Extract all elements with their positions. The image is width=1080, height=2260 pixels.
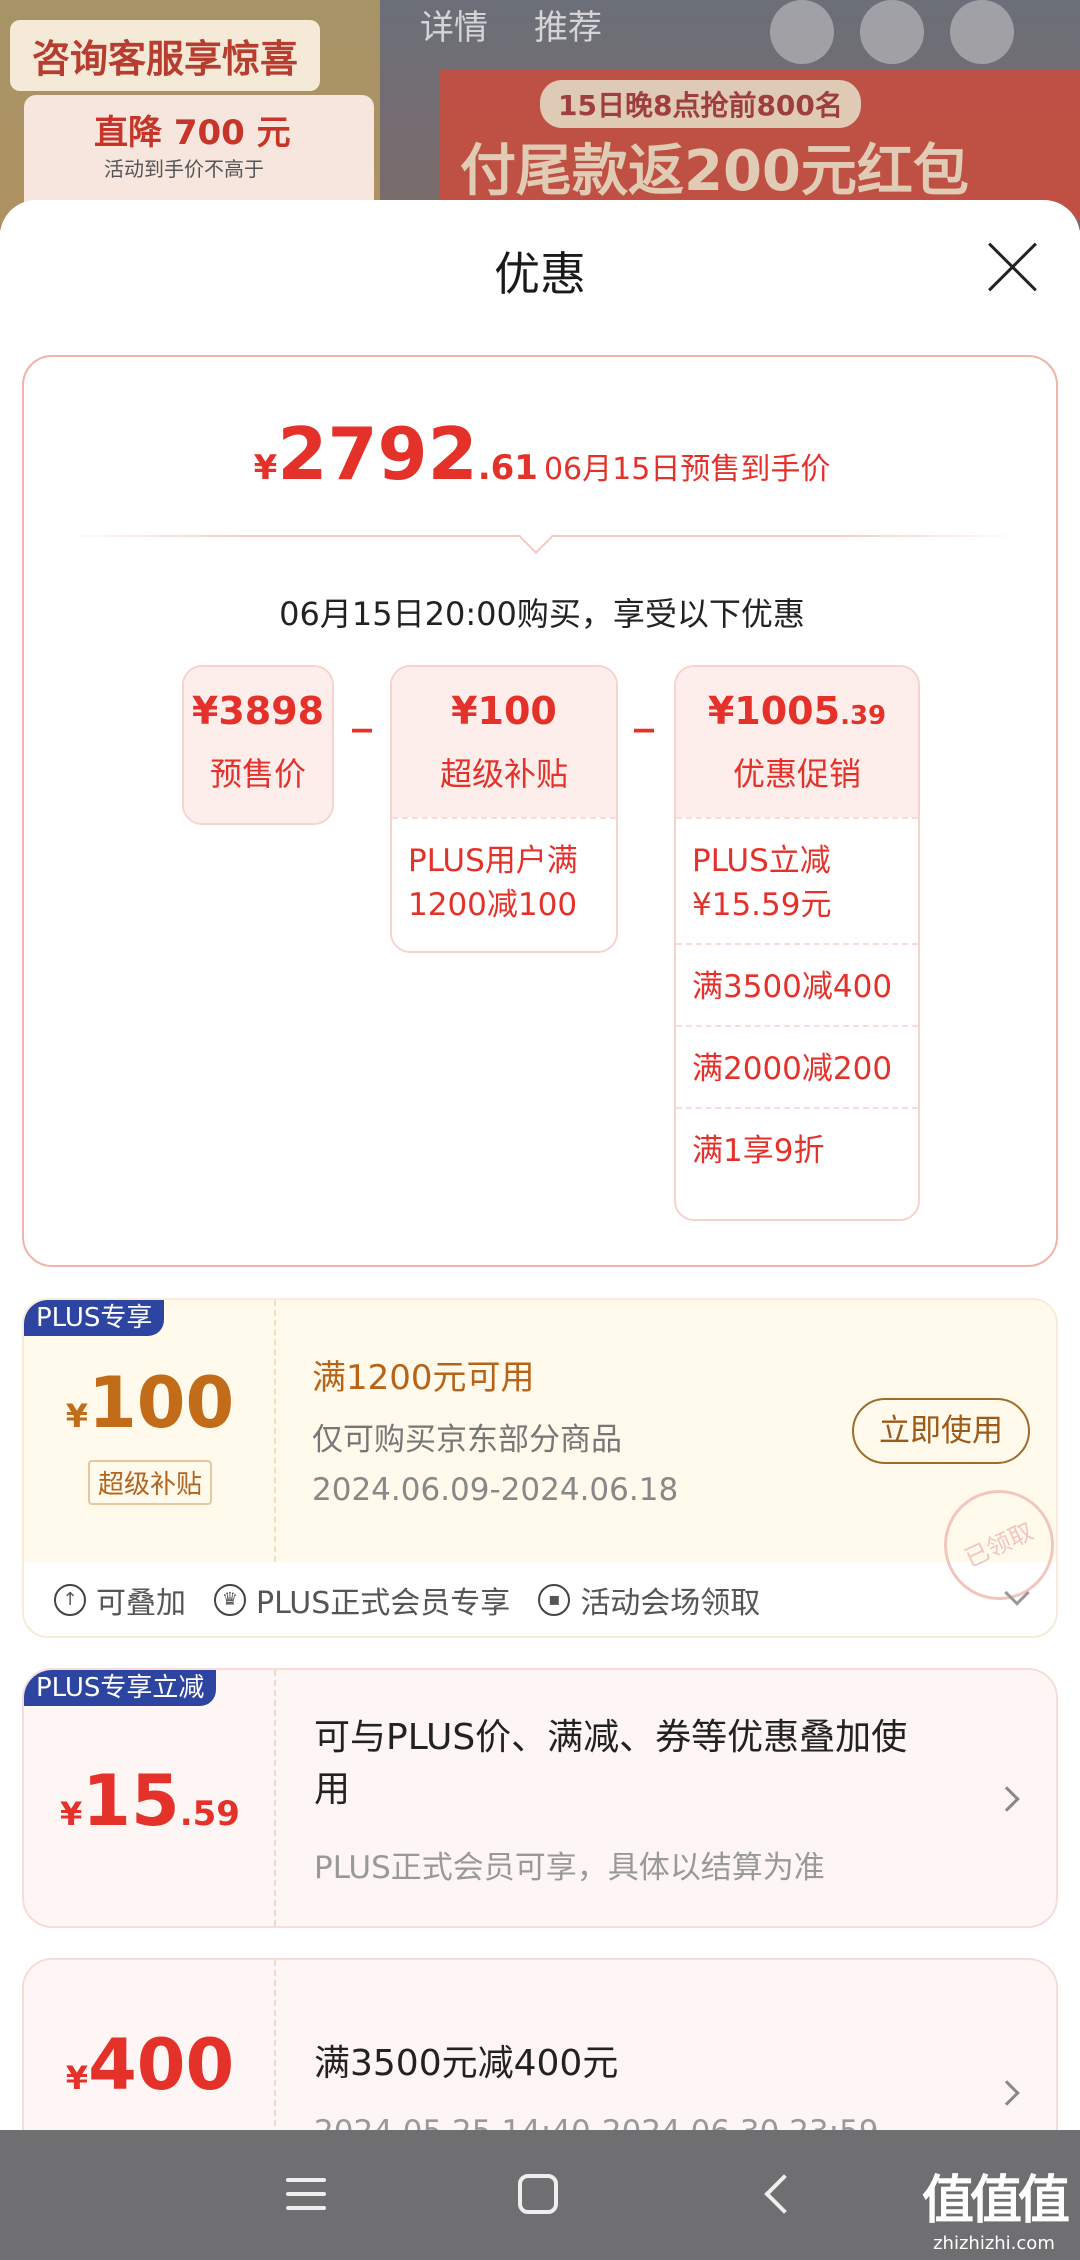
presale-price-card: ¥3898 预售价 — [182, 665, 334, 825]
card-sub-item: PLUS用户满1200减100 — [392, 817, 616, 943]
promo-sub: 15日晚8点抢前800名 — [540, 80, 861, 128]
footer-label: 活动会场领取 — [580, 1586, 761, 1621]
card-sub-item: 满1享9折 — [676, 1107, 918, 1189]
currency-symbol: ¥ — [253, 448, 278, 488]
discount-sheet: 优惠 ¥2792.61 06月15日预售到手价 06月15日20:00购买，享受以… — [0, 200, 1080, 2130]
footer-label: 可叠加 — [96, 1586, 186, 1621]
card-amount: ¥3898 — [191, 689, 325, 733]
coupon-amount-value: 100 — [88, 1362, 235, 1444]
venue-item: ▪ 活动会场领取 — [538, 1578, 760, 1622]
promo-banner-right: 15日晚8点抢前800名 付尾款返200元红包 — [440, 70, 1080, 220]
sheet-title: 优惠 — [494, 247, 586, 301]
card-amount-dec: .39 — [840, 701, 887, 731]
minus-sign: _ — [352, 687, 372, 733]
watermark-logo: 值值值 — [921, 2171, 1070, 2231]
full-reduction-coupon[interactable]: ¥400 满3500元减400元 2024.05.25 14:40-2024.0… — [22, 1958, 1058, 2130]
coupon-date: 2024.06.09-2024.06.18 — [312, 1472, 679, 1508]
coupon-desc: PLUS正式会员可享，具体以结算为准 — [314, 1850, 825, 1886]
stackable-item: ↑ 可叠加 — [54, 1578, 186, 1622]
final-price-note: 06月15日预售到手价 — [543, 452, 831, 487]
card-head: ¥1005.39 优惠促销 — [676, 667, 918, 817]
coupon-amount-value: 400 — [88, 2024, 235, 2106]
tab-recommend[interactable]: 推荐 — [534, 0, 602, 49]
final-price: ¥2792.61 06月15日预售到手价 — [24, 412, 1060, 496]
coupon-type-badge: 超级补贴 — [88, 1460, 213, 1505]
coupon-desc: 仅可购买京东部分商品 — [312, 1422, 622, 1458]
recent-apps-icon[interactable] — [286, 2178, 326, 2210]
card-head: ¥3898 预售价 — [184, 667, 332, 823]
currency-symbol: ¥ — [65, 2059, 89, 2097]
product-tabs: 详情 推荐 — [420, 0, 602, 49]
watermark: 值值值 zhizhizhi.com — [921, 2158, 1070, 2254]
currency-symbol: ¥ — [60, 1795, 83, 1833]
coupon-amount: ¥400 — [24, 2024, 276, 2106]
more-icon[interactable] — [950, 0, 1014, 64]
coupon-amount-dec: .59 — [179, 1794, 240, 1834]
coupon-title: 可与PLUS价、满减、券等优惠叠加使用 — [314, 1717, 908, 1810]
use-now-button[interactable]: 立即使用 — [852, 1398, 1030, 1464]
ticket-icon: ▪ — [538, 1584, 571, 1616]
divider-notch — [519, 520, 553, 554]
buy-time-text: 06月15日20:00购买，享受以下优惠 — [279, 595, 805, 633]
service-badge: 咨询客服享惊喜 — [10, 20, 321, 91]
coupon-amount: ¥100 — [24, 1362, 276, 1444]
coupon-title: 满1200元可用 — [312, 1358, 535, 1398]
plus-member-item: ♛ PLUS正式会员专享 — [214, 1578, 510, 1622]
coupon-title: 满3500元减400元 — [314, 2043, 619, 2084]
price-drop-box: 直降 700 元 活动到手价不高于 — [24, 95, 374, 215]
system-nav-bar: 值值值 zhizhizhi.com — [0, 2130, 1080, 2260]
favorite-icon[interactable] — [770, 0, 834, 64]
watermark-url: zhizhizhi.com — [933, 2233, 1055, 2254]
currency-symbol: ¥ — [65, 1397, 89, 1435]
share-icon[interactable] — [860, 0, 924, 64]
card-label: 预售价 — [209, 755, 306, 793]
home-icon[interactable] — [518, 2174, 558, 2214]
card-sub-item: PLUS立减 ¥15.59元 — [676, 817, 918, 943]
final-price-int: 2792 — [277, 412, 478, 496]
chevron-right-icon — [994, 2080, 1020, 2106]
chevron-right-icon — [994, 1786, 1020, 1812]
price-breakdown: ¥2792.61 06月15日预售到手价 06月15日20:00购买，享受以下优惠… — [22, 355, 1058, 1267]
card-amount: ¥100 — [451, 689, 557, 733]
card-label: 超级补贴 — [439, 755, 568, 793]
final-price-dec: .61 — [477, 448, 538, 488]
coupon-body: PLUS专享 ¥100 超级补贴 满1200元可用 仅可购买京东部分商品 202… — [24, 1300, 1056, 1619]
card-sub-item: 满3500减400 — [676, 943, 918, 1025]
plus-instant-discount[interactable]: PLUS专享立减 ¥15.59 可与PLUS价、满减、券等优惠叠加使用 PLUS… — [22, 1668, 1058, 1928]
crown-icon: ♛ — [214, 1584, 246, 1616]
close-icon[interactable] — [984, 238, 1040, 294]
card-amount: ¥1005.39 — [676, 689, 918, 733]
price-drop-text: 直降 700 元 — [94, 113, 291, 153]
plus-tag: PLUS专享立减 — [24, 1670, 217, 1706]
background-product-page: 咨询客服享惊喜 直降 700 元 活动到手价不高于 详情 推荐 15日晚8点抢前… — [0, 0, 1080, 230]
back-icon[interactable] — [764, 2174, 804, 2214]
plus-coupon: PLUS专享 ¥100 超级补贴 满1200元可用 仅可购买京东部分商品 202… — [22, 1298, 1058, 1638]
tab-detail[interactable]: 详情 — [420, 0, 488, 49]
coupon-amount: ¥15.59 — [24, 1760, 276, 1842]
minus-sign: _ — [634, 687, 654, 733]
card-head: ¥100 超级补贴 — [392, 667, 616, 817]
card-label: 优惠促销 — [732, 755, 861, 793]
card-amount-int: ¥1005 — [707, 689, 841, 733]
stack-icon: ↑ — [54, 1584, 86, 1616]
card-sub-item: 满2000减200 — [676, 1025, 918, 1107]
footer-label: PLUS正式会员专享 — [256, 1586, 511, 1621]
promotion-card: ¥1005.39 优惠促销 PLUS立减 ¥15.59元 满3500减400 满… — [674, 665, 920, 1221]
subsidy-card: ¥100 超级补贴 PLUS用户满1200减100 — [390, 665, 618, 953]
promo-headline: 付尾款返200元红包 — [460, 139, 969, 204]
chevron-down-icon[interactable] — [1004, 1580, 1030, 1606]
coupon-amount-value: 15 — [82, 1760, 180, 1842]
plus-tag: PLUS专享 — [24, 1300, 165, 1336]
coupon-desc: 2024.05.25 14:40-2024.06.30 23:59 — [314, 2114, 879, 2130]
coupon-footer[interactable]: ↑ 可叠加 ♛ PLUS正式会员专享 ▪ 活动会场领取 — [24, 1562, 1056, 1636]
price-drop-note: 活动到手价不高于 — [104, 157, 264, 181]
